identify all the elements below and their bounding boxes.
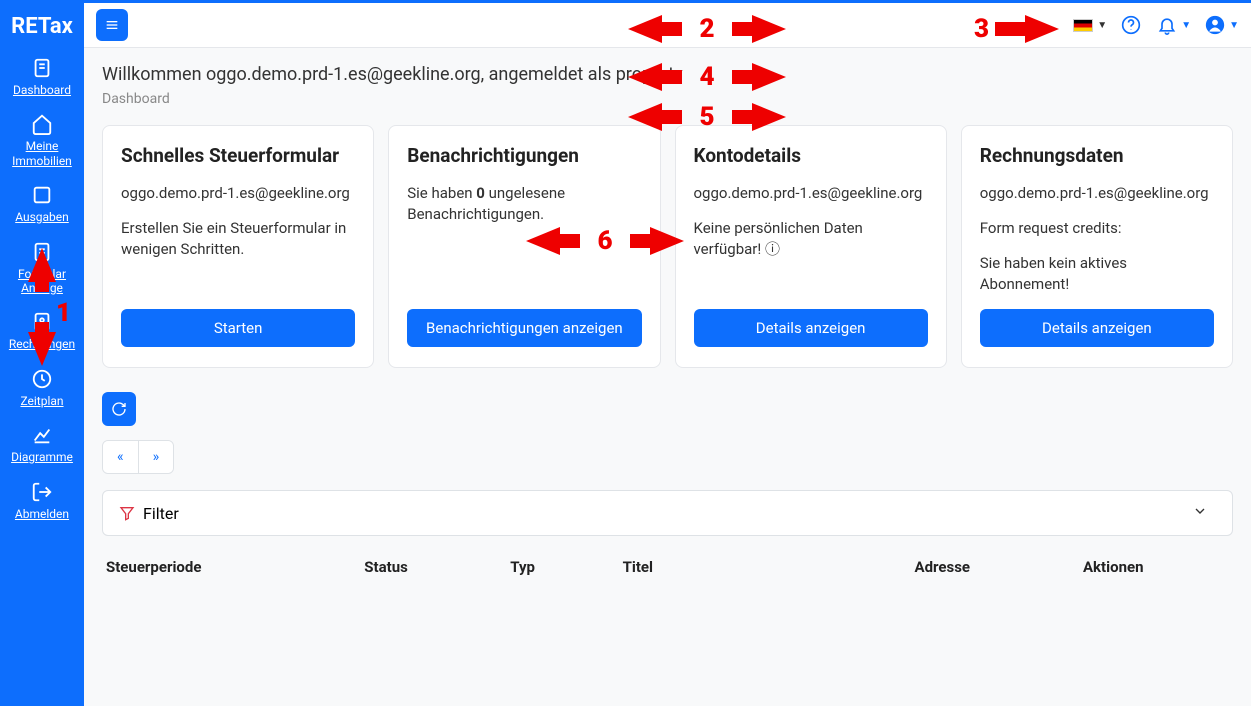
card-notifications: Benachrichtigungen Sie haben 0 ungelesen… [388, 125, 660, 368]
card-text: Sie haben 0 ungelesene Benachrichtigunge… [407, 183, 641, 225]
nav-label: Abmelden [15, 507, 69, 521]
nav-label: Dashboard [13, 83, 71, 97]
card-text: oggo.demo.prd-1.es@geekline.org [121, 183, 355, 204]
language-selector[interactable]: ▼ [1073, 19, 1107, 32]
sidebar: RETax Dashboard Meine Immobilien Ausgabe… [0, 0, 84, 706]
card-text: oggo.demo.prd-1.es@geekline.org [980, 183, 1214, 204]
welcome-text: Willkommen oggo.demo.prd-1.es@geekline.o… [102, 64, 1233, 85]
unread-count: 0 [476, 184, 485, 202]
pager-prev-button[interactable]: « [103, 441, 138, 473]
nav-charts[interactable]: Diagramme [0, 416, 84, 472]
pager-next-button[interactable]: » [138, 441, 174, 473]
col-address: Adresse [915, 558, 1083, 576]
bell-icon [1157, 15, 1177, 35]
caret-down-icon: ▼ [1229, 20, 1239, 31]
dashboard-icon [31, 57, 53, 79]
card-text: oggo.demo.prd-1.es@geekline.org [694, 183, 928, 204]
hamburger-icon [104, 17, 120, 33]
caret-down-icon: ▼ [1097, 20, 1107, 31]
help-button[interactable] [1119, 13, 1143, 37]
show-details-button[interactable]: Details anzeigen [694, 309, 928, 347]
main-area: ▼ ▼ ▼ Willkommen oggo.demo.prd-1.es@geek… [84, 0, 1251, 706]
logout-icon [31, 481, 53, 503]
home-icon [31, 113, 53, 135]
nav-label: Diagramme [11, 450, 73, 464]
user-avatar-icon [1205, 15, 1225, 35]
col-actions: Aktionen [1083, 558, 1229, 576]
col-status: Status [364, 558, 510, 576]
refresh-icon [111, 401, 127, 417]
caret-down-icon: ▼ [1181, 20, 1191, 31]
show-notifications-button[interactable]: Benachrichtigungen anzeigen [407, 309, 641, 347]
nav-schedule[interactable]: Zeitplan [0, 360, 84, 416]
dashboard-cards: Schnelles Steuerformular oggo.demo.prd-1… [102, 125, 1233, 368]
content: Willkommen oggo.demo.prd-1.es@geekline.o… [84, 48, 1251, 600]
sidebar-toggle-button[interactable] [96, 9, 128, 41]
help-icon [1121, 15, 1141, 35]
nav-label: Zeitplan [20, 394, 63, 408]
nav-logout[interactable]: Abmelden [0, 473, 84, 529]
nav-label: Rechnungen [9, 337, 75, 351]
flag-germany-icon [1073, 19, 1093, 32]
chevron-down-icon [1192, 503, 1208, 519]
nav-properties[interactable]: Meine Immobilien [0, 105, 84, 176]
nav-label: Meine Immobilien [2, 139, 82, 168]
col-tax-period: Steuerperiode [106, 558, 364, 576]
nav-form-requests[interactable]: Formular Anträge [0, 233, 84, 304]
brand-logo: RETax [11, 14, 73, 39]
card-text: Keine persönlichen Daten verfügbar! ⓘ [694, 218, 928, 260]
text: Sie haben [407, 184, 476, 202]
chart-icon [31, 424, 53, 446]
col-type: Typ [510, 558, 622, 576]
card-title: Schnelles Steuerformular [121, 144, 355, 167]
filter-label: Filter [143, 504, 179, 523]
table-header-row: Steuerperiode Status Typ Titel Adresse A… [102, 550, 1233, 584]
start-button[interactable]: Starten [121, 309, 355, 347]
card-text: Sie haben kein aktives Abonnement! [980, 253, 1214, 295]
card-quick-tax-form: Schnelles Steuerformular oggo.demo.prd-1… [102, 125, 374, 368]
nav-invoices[interactable]: Rechnungen [0, 303, 84, 359]
card-account-details: Kontodetails oggo.demo.prd-1.es@geekline… [675, 125, 947, 368]
nav-expenses[interactable]: Ausgaben [0, 176, 84, 232]
annotation-number-1: 1 [56, 298, 71, 328]
card-text: Form request credits: [980, 218, 1214, 239]
card-title: Kontodetails [694, 144, 928, 167]
col-title: Titel [623, 558, 915, 576]
nav-label: Ausgaben [15, 210, 69, 224]
filter-icon [119, 505, 135, 521]
nav-dashboard[interactable]: Dashboard [0, 49, 84, 105]
pagination: « » [102, 440, 174, 474]
card-billing-data: Rechnungsdaten oggo.demo.prd-1.es@geekli… [961, 125, 1233, 368]
breadcrumb: Dashboard [102, 91, 1233, 107]
clock-icon [31, 368, 53, 390]
topbar: ▼ ▼ ▼ [84, 0, 1251, 48]
card-text: Erstellen Sie ein Steuerformular in weni… [121, 218, 355, 260]
refresh-button[interactable] [102, 392, 136, 426]
notifications-dropdown[interactable]: ▼ [1155, 13, 1191, 37]
expenses-icon [31, 184, 53, 206]
user-menu[interactable]: ▼ [1203, 13, 1239, 37]
show-billing-button[interactable]: Details anzeigen [980, 309, 1214, 347]
nav-label: Formular Anträge [2, 267, 82, 296]
invoice-icon [31, 311, 53, 333]
card-title: Rechnungsdaten [980, 144, 1214, 167]
form-icon [31, 241, 53, 263]
card-title: Benachrichtigungen [407, 144, 641, 167]
filter-toggle[interactable]: Filter [102, 490, 1233, 536]
